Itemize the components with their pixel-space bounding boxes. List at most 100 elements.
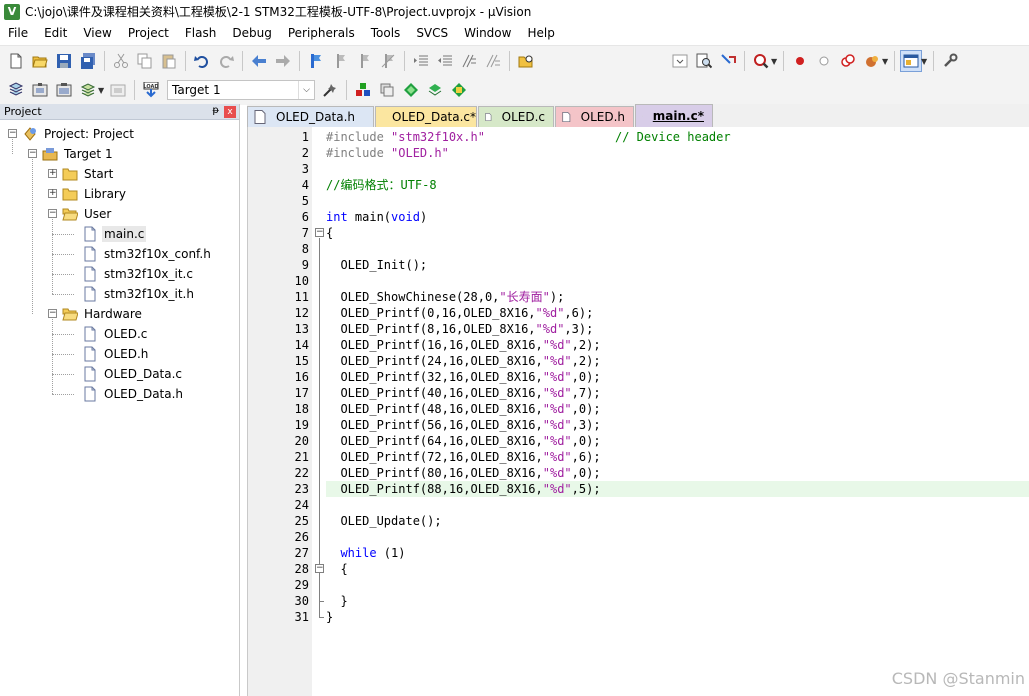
code-line[interactable] xyxy=(326,193,1029,209)
menu-peripherals[interactable]: Peripherals xyxy=(280,23,363,44)
unindent-icon[interactable] xyxy=(434,50,456,72)
breakpoint-dropdown-icon[interactable]: ▼ xyxy=(882,57,890,66)
debug-session-icon[interactable] xyxy=(750,50,772,72)
prev-bookmark-icon[interactable] xyxy=(329,50,351,72)
code-line[interactable]: OLED_Printf(64,16,OLED_8X16,"%d",0); xyxy=(326,433,1029,449)
editor-tab[interactable]: OLED_Data.c* xyxy=(375,106,477,127)
navigate-forward-icon[interactable] xyxy=(272,50,294,72)
collapse-icon[interactable]: − xyxy=(48,309,57,318)
code-line[interactable]: OLED_Printf(88,16,OLED_8X16,"%d",5); xyxy=(326,481,1029,497)
indent-icon[interactable] xyxy=(410,50,432,72)
collapse-icon[interactable]: − xyxy=(28,149,37,158)
tree-file-item[interactable]: OLED_Data.h xyxy=(0,384,239,404)
code-line[interactable]: OLED_ShowChinese(28,0,"长寿面"); xyxy=(326,289,1029,305)
save-icon[interactable] xyxy=(53,50,75,72)
code-line[interactable]: OLED_Init(); xyxy=(326,257,1029,273)
window-layout-icon[interactable] xyxy=(900,50,922,72)
code-line[interactable]: OLED_Printf(56,16,OLED_8X16,"%d",3); xyxy=(326,417,1029,433)
comment-selection-icon[interactable] xyxy=(458,50,480,72)
new-file-icon[interactable] xyxy=(5,50,27,72)
tree-group-item[interactable]: − User xyxy=(0,204,239,224)
insert-breakpoint-icon[interactable] xyxy=(789,50,811,72)
find-in-files-icon[interactable] xyxy=(515,50,537,72)
translate-icon[interactable] xyxy=(5,79,27,101)
code-line[interactable]: OLED_Printf(48,16,OLED_8X16,"%d",0); xyxy=(326,401,1029,417)
close-icon[interactable]: x xyxy=(224,106,236,118)
collapse-icon[interactable]: − xyxy=(8,129,17,138)
tree-target-item[interactable]: − Target 1 xyxy=(0,144,239,164)
pin-icon[interactable]: ᵽ xyxy=(212,105,219,116)
cut-icon[interactable] xyxy=(110,50,132,72)
bookmark-icon[interactable] xyxy=(305,50,327,72)
redo-icon[interactable] xyxy=(215,50,237,72)
batch-build-dropdown-icon[interactable]: ▼ xyxy=(98,86,106,95)
expand-icon[interactable]: + xyxy=(48,189,57,198)
code-line[interactable] xyxy=(326,529,1029,545)
tree-group-item[interactable]: − Hardware xyxy=(0,304,239,324)
menu-svcs[interactable]: SVCS xyxy=(408,23,456,44)
clear-bookmarks-icon[interactable] xyxy=(377,50,399,72)
menu-edit[interactable]: Edit xyxy=(36,23,75,44)
open-file-icon[interactable] xyxy=(29,50,51,72)
target-options-icon[interactable] xyxy=(319,79,341,101)
tree-file-item[interactable]: OLED.h xyxy=(0,344,239,364)
menu-project[interactable]: Project xyxy=(120,23,177,44)
batch-build-icon[interactable] xyxy=(77,79,99,101)
manage-run-time-environment-icon[interactable] xyxy=(448,79,470,101)
target-select[interactable]: Target 1 ⌵ xyxy=(167,80,315,100)
configure-icon[interactable] xyxy=(939,50,961,72)
menu-view[interactable]: View xyxy=(75,23,119,44)
find-dropdown-icon[interactable] xyxy=(669,50,691,72)
editor-tab[interactable]: OLED_Data.h xyxy=(247,106,374,127)
menu-file[interactable]: File xyxy=(0,23,36,44)
code-line[interactable]: { xyxy=(326,561,1029,577)
tree-file-item[interactable]: stm32f10x_it.h xyxy=(0,284,239,304)
tree-file-item[interactable]: OLED_Data.c xyxy=(0,364,239,384)
fold-collapse-icon[interactable]: − xyxy=(315,564,324,573)
editor-tab[interactable]: OLED.h xyxy=(555,106,634,127)
navigate-back-icon[interactable] xyxy=(248,50,270,72)
menu-help[interactable]: Help xyxy=(519,23,562,44)
code-line[interactable] xyxy=(326,577,1029,593)
fold-collapse-icon[interactable]: − xyxy=(315,228,324,237)
code-line[interactable]: #include "stm32f10x.h" // Device header xyxy=(326,129,1029,145)
menu-flash[interactable]: Flash xyxy=(177,23,224,44)
uncomment-selection-icon[interactable] xyxy=(482,50,504,72)
editor-tab[interactable]: main.c* xyxy=(635,104,713,127)
expand-icon[interactable]: + xyxy=(48,169,57,178)
kill-all-breakpoints-icon[interactable] xyxy=(861,50,883,72)
debug-dropdown-icon[interactable]: ▼ xyxy=(771,57,779,66)
code-line[interactable]: OLED_Printf(72,16,OLED_8X16,"%d",6); xyxy=(326,449,1029,465)
code-line[interactable]: OLED_Printf(40,16,OLED_8X16,"%d",7); xyxy=(326,385,1029,401)
rebuild-icon[interactable] xyxy=(53,79,75,101)
tree-file-item[interactable]: stm32f10x_conf.h xyxy=(0,244,239,264)
copy-icon[interactable] xyxy=(134,50,156,72)
code-line[interactable]: OLED_Printf(24,16,OLED_8X16,"%d",2); xyxy=(326,353,1029,369)
build-icon[interactable] xyxy=(29,79,51,101)
window-layout-dropdown-icon[interactable]: ▼ xyxy=(921,57,929,66)
code-line[interactable]: OLED_Printf(0,16,OLED_8X16,"%d",6); xyxy=(326,305,1029,321)
paste-icon[interactable] xyxy=(158,50,180,72)
code-line[interactable]: OLED_Printf(16,16,OLED_8X16,"%d",2); xyxy=(326,337,1029,353)
enable-breakpoint-icon[interactable] xyxy=(813,50,835,72)
code-line[interactable] xyxy=(326,497,1029,513)
next-bookmark-icon[interactable] xyxy=(353,50,375,72)
incremental-find-icon[interactable] xyxy=(693,50,715,72)
file-extensions-icon[interactable] xyxy=(376,79,398,101)
editor-tab[interactable]: OLED.c xyxy=(478,106,554,127)
pack-installer-icon[interactable] xyxy=(400,79,422,101)
menu-tools[interactable]: Tools xyxy=(363,23,409,44)
stop-build-icon[interactable] xyxy=(107,79,129,101)
tree-project-item[interactable]: − Project: Project xyxy=(0,124,239,144)
code-line[interactable]: OLED_Printf(8,16,OLED_8X16,"%d",3); xyxy=(326,321,1029,337)
manage-project-items-icon[interactable] xyxy=(352,79,374,101)
code-line[interactable]: } xyxy=(326,609,1029,625)
find-references-icon[interactable] xyxy=(717,50,739,72)
code-line[interactable]: OLED_Printf(80,16,OLED_8X16,"%d",0); xyxy=(326,465,1029,481)
tree-file-item[interactable]: stm32f10x_it.c xyxy=(0,264,239,284)
code-line[interactable]: #include "OLED.h" xyxy=(326,145,1029,161)
tree-file-item[interactable]: OLED.c xyxy=(0,324,239,344)
code-line[interactable]: int main(void) xyxy=(326,209,1029,225)
tree-file-item[interactable]: main.c xyxy=(0,224,239,244)
download-icon[interactable]: LOAD xyxy=(140,79,162,101)
